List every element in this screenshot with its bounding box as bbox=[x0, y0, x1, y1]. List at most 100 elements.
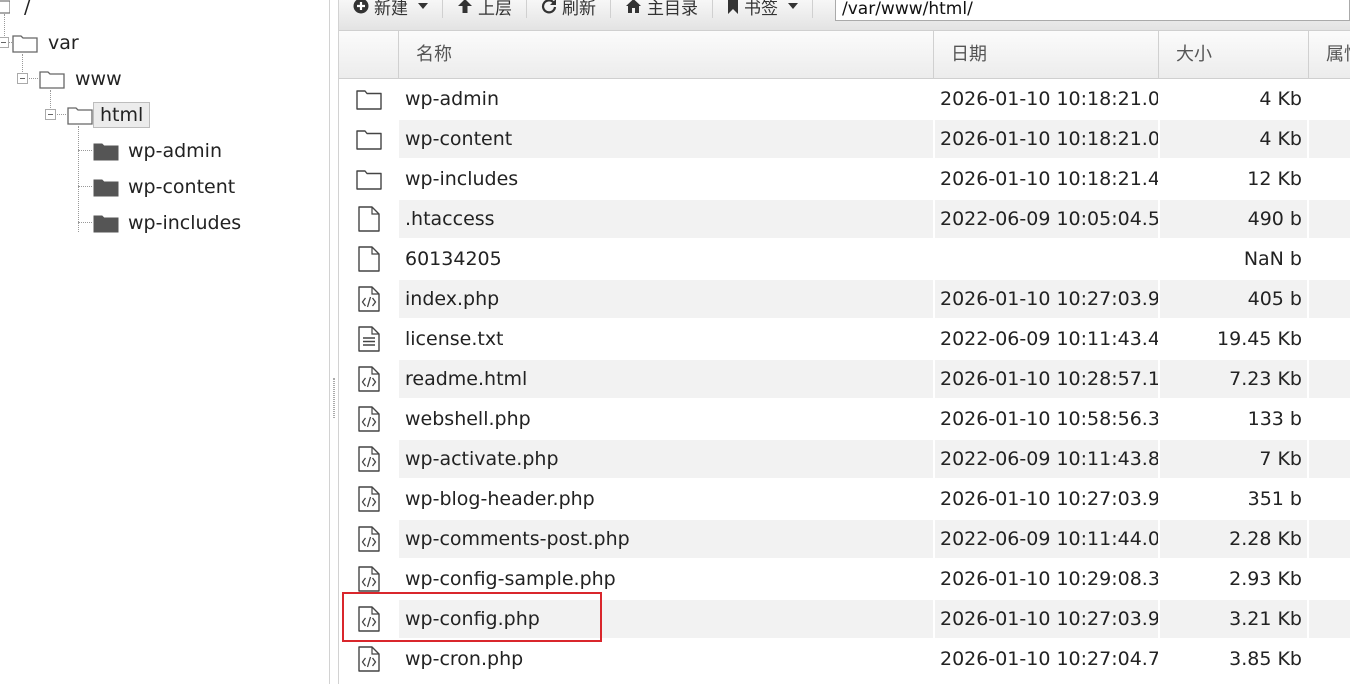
table-row[interactable]: wp-blog-header.php 2026-01-10 10:27:03.95… bbox=[339, 480, 1350, 520]
file-size: 3.85 Kb bbox=[1229, 648, 1302, 670]
file-attr bbox=[1309, 280, 1350, 318]
file-icon bbox=[339, 240, 399, 278]
collapse-icon[interactable] bbox=[45, 109, 56, 120]
table-row[interactable]: license.txt 2022-06-09 10:11:43.438 19.45 … bbox=[339, 320, 1350, 360]
folder-icon bbox=[339, 120, 399, 158]
tree-node-wp-includes[interactable]: wp-includes bbox=[93, 208, 247, 238]
collapse-icon[interactable] bbox=[17, 73, 28, 84]
code-file-icon bbox=[339, 640, 399, 678]
file-size: 3.21 Kb bbox=[1160, 600, 1307, 638]
tree-node-label: wp-content bbox=[128, 176, 236, 198]
folder-icon bbox=[12, 35, 38, 53]
file-size: NaN b bbox=[1243, 248, 1302, 270]
folder-open-icon bbox=[0, 0, 10, 14]
table-row[interactable]: wp-includes 2026-01-10 10:18:21.498 12 Kb bbox=[339, 160, 1350, 200]
file-size: 351 b bbox=[1247, 488, 1302, 510]
table-row[interactable]: wp-cron.php 2026-01-10 10:27:04.770 3.85 K… bbox=[339, 640, 1350, 680]
plus-circle-icon bbox=[353, 0, 369, 14]
file-name: wp-includes bbox=[405, 168, 519, 190]
code-file-icon bbox=[339, 440, 399, 478]
header-date[interactable]: 日期 bbox=[935, 31, 1159, 79]
file-date: 2026-01-10 10:18:21.498 bbox=[940, 168, 1158, 190]
table-row[interactable]: wp-config-sample.php 2026-01-10 10:29:08.… bbox=[339, 560, 1350, 600]
tree-node-html[interactable]: html bbox=[67, 100, 151, 130]
code-file-icon bbox=[339, 280, 399, 318]
folder-icon bbox=[67, 107, 93, 125]
tree-node-wp-admin[interactable]: wp-admin bbox=[93, 136, 228, 166]
file-name: 60134205 bbox=[405, 248, 502, 270]
pane-splitter[interactable] bbox=[329, 0, 339, 684]
code-file-icon bbox=[339, 600, 399, 638]
file-attr bbox=[1309, 80, 1350, 118]
file-name: wp-activate.php bbox=[399, 440, 933, 478]
file-size: 4 Kb bbox=[1259, 88, 1302, 110]
tree-connector bbox=[78, 126, 79, 232]
header-size[interactable]: 大小 bbox=[1160, 31, 1309, 79]
tree-node-var[interactable]: var bbox=[12, 28, 85, 58]
file-name: wp-blog-header.php bbox=[405, 488, 595, 510]
file-date: 2022-06-09 10:11:43.850 bbox=[935, 440, 1158, 478]
table-row[interactable]: wp-content2026-01-10 10:18:21.0934 Kb bbox=[339, 120, 1350, 160]
bookmark-icon bbox=[728, 0, 738, 14]
header-attr[interactable]: 属性 bbox=[1310, 31, 1350, 79]
file-size: 2.93 Kb bbox=[1229, 568, 1302, 590]
refresh-icon bbox=[541, 0, 557, 14]
code-file-icon bbox=[339, 400, 399, 438]
home-icon bbox=[626, 0, 641, 13]
splitter-grip bbox=[333, 378, 335, 418]
file-size: 133 b bbox=[1247, 408, 1302, 430]
folder-icon bbox=[93, 215, 119, 233]
table-row[interactable]: wp-admin 2026-01-10 10:18:21.093 4 Kb bbox=[339, 80, 1350, 120]
table-row[interactable]: 60134205 NaN b bbox=[339, 240, 1350, 280]
file-size: 405 b bbox=[1160, 280, 1307, 318]
new-button[interactable]: 新建 bbox=[339, 0, 443, 19]
folder-icon bbox=[93, 179, 119, 197]
table-row[interactable]: wp-activate.php2022-06-09 10:11:43.8507 … bbox=[339, 440, 1350, 480]
code-file-icon bbox=[339, 360, 399, 398]
file-size: 7 Kb bbox=[1160, 440, 1307, 478]
table-row[interactable]: wp-comments-post.php 2022-06-09 10:11:44.… bbox=[339, 520, 1350, 560]
file-attr bbox=[1309, 640, 1350, 678]
tree-node-label: www bbox=[75, 68, 122, 90]
file-date: 2026-01-10 10:27:03.958 bbox=[935, 280, 1158, 318]
refresh-button[interactable]: 刷新 bbox=[527, 0, 611, 19]
file-name: wp-cron.php bbox=[405, 648, 524, 670]
file-name: webshell.php bbox=[405, 408, 531, 430]
tree-node-wp-content[interactable]: wp-content bbox=[93, 172, 241, 202]
file-size: 4 Kb bbox=[1160, 120, 1307, 158]
tree-node-www[interactable]: www bbox=[39, 64, 128, 94]
table-row[interactable]: .htaccess2022-06-09 10:05:04.559490 b bbox=[339, 200, 1350, 240]
tree-connector bbox=[78, 186, 92, 187]
file-attr bbox=[1309, 520, 1350, 558]
file-size: 7.23 Kb bbox=[1160, 360, 1307, 398]
folder-icon bbox=[93, 143, 119, 161]
file-name: index.php bbox=[399, 280, 933, 318]
home-button[interactable]: 主目录 bbox=[611, 0, 713, 19]
path-input[interactable]: /var/www/html/ bbox=[835, 0, 1350, 21]
header-name[interactable]: 名称 bbox=[400, 31, 934, 79]
file-attr bbox=[1309, 360, 1350, 398]
table-row[interactable]: readme.html2026-01-10 10:28:57.1427.23 K… bbox=[339, 360, 1350, 400]
folder-icon bbox=[339, 160, 399, 198]
file-date: 2026-01-10 10:27:03.958 bbox=[940, 488, 1158, 510]
file-date: 2026-01-10 10:18:21.093 bbox=[940, 88, 1158, 110]
file-date: 2026-01-10 10:27:04.770 bbox=[940, 648, 1158, 670]
tree-node-root[interactable]: / bbox=[0, 0, 36, 22]
collapse-icon[interactable] bbox=[0, 37, 9, 48]
table-row[interactable]: webshell.php 2026-01-10 10:58:56.314 133 b bbox=[339, 400, 1350, 440]
file-name: wp-comments-post.php bbox=[399, 520, 933, 558]
table-row[interactable]: index.php2026-01-10 10:27:03.958405 b bbox=[339, 280, 1350, 320]
toolbar: 新建 上层 刷新 主目录 书签 /var/www/html/ bbox=[339, 0, 1350, 31]
file-size: 2.28 Kb bbox=[1160, 520, 1307, 558]
file-attr bbox=[1309, 400, 1350, 438]
tree-connector bbox=[78, 222, 92, 223]
up-button[interactable]: 上层 bbox=[443, 0, 527, 19]
file-attr bbox=[1309, 240, 1350, 278]
file-name: readme.html bbox=[399, 360, 933, 398]
table-row[interactable]: wp-config.php2026-01-10 10:27:03.9583.21… bbox=[339, 600, 1350, 640]
tree-node-label: / bbox=[24, 0, 31, 18]
folder-icon bbox=[39, 71, 65, 89]
folder-icon bbox=[339, 80, 399, 118]
bookmark-button[interactable]: 书签 bbox=[713, 0, 813, 19]
code-file-icon bbox=[339, 520, 399, 558]
